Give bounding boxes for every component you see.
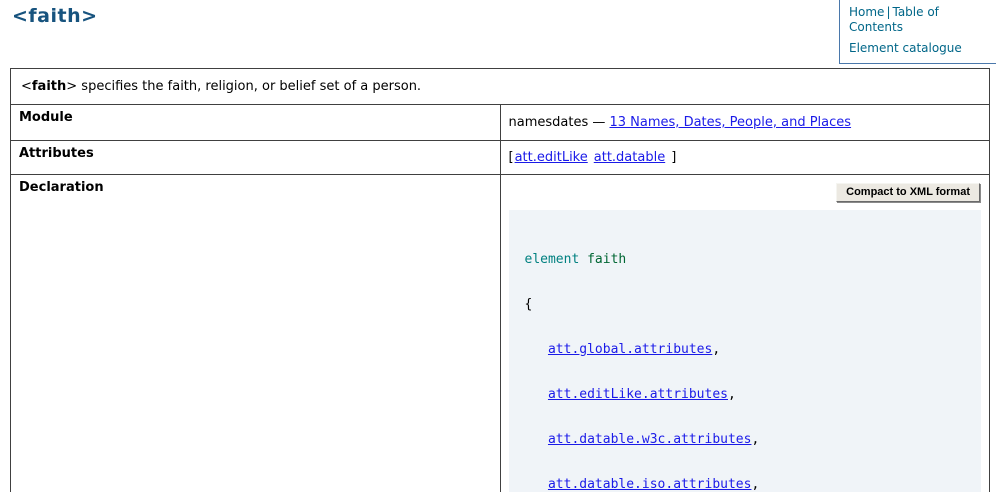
nav-box: Home|Table of Contents Element catalogue	[839, 0, 996, 64]
page-title: <faith>	[12, 5, 98, 27]
code-ref-link-att-datable-iso[interactable]: att.datable.iso.attributes	[548, 477, 752, 492]
code-line-element: element faith	[525, 252, 966, 267]
code-keyword: element	[525, 252, 580, 267]
code-line-open-brace: {	[525, 297, 966, 312]
module-value: namesdates — 13 Names, Dates, People, an…	[500, 105, 990, 141]
nav-link-element-catalogue[interactable]: Element catalogue	[849, 41, 962, 55]
code-ref-line: att.datable.w3c.attributes,	[525, 432, 966, 447]
declaration-code-block: element faith { att.global.attributes, at…	[509, 210, 982, 492]
declaration-value: Compact to XML format element faith { att…	[500, 175, 990, 492]
description-tag-close: >	[66, 79, 77, 94]
compact-to-xml-button[interactable]: Compact to XML format	[836, 183, 980, 202]
nav-separator: |	[886, 5, 890, 19]
code-ref-suffix: ,	[728, 387, 736, 402]
code-ref-link-att-editlike[interactable]: att.editLike.attributes	[548, 387, 728, 402]
page-header: <faith> Home|Table of Contents Element c…	[0, 0, 996, 63]
description-text: specifies the faith, religion, or belief…	[77, 79, 421, 94]
attributes-value: [att.editLike att.datable]	[500, 141, 990, 175]
code-element-name: faith	[587, 252, 626, 267]
declaration-toolbar: Compact to XML format	[509, 179, 982, 208]
element-reference-table: <faith> specifies the faith, religion, o…	[10, 68, 990, 492]
module-label: Module	[11, 105, 501, 141]
code-ref-link-att-global[interactable]: att.global.attributes	[548, 342, 712, 357]
attributes-open-bracket: [	[509, 150, 514, 165]
declaration-label: Declaration	[11, 175, 501, 492]
code-ref-link-att-datable-w3c[interactable]: att.datable.w3c.attributes	[548, 432, 752, 447]
nav-link-home[interactable]: Home	[849, 5, 884, 19]
code-ref-line: att.global.attributes,	[525, 342, 966, 357]
code-ref-line: att.editLike.attributes,	[525, 387, 966, 402]
code-ref-suffix: ,	[751, 477, 759, 492]
description-cell: <faith> specifies the faith, religion, o…	[11, 69, 990, 105]
description-tag-name: faith	[32, 79, 66, 94]
attribute-class-link-datable[interactable]: att.datable	[594, 150, 665, 165]
code-ref-suffix: ,	[751, 432, 759, 447]
module-row: Module namesdates — 13 Names, Dates, Peo…	[11, 105, 990, 141]
attributes-row: Attributes [att.editLike att.datable]	[11, 141, 990, 175]
attributes-label: Attributes	[11, 141, 501, 175]
code-ref-suffix: ,	[712, 342, 720, 357]
attribute-class-link-editlike[interactable]: att.editLike	[515, 150, 588, 165]
description-row: <faith> specifies the faith, religion, o…	[11, 69, 990, 105]
module-chapter-link[interactable]: 13 Names, Dates, People, and Places	[610, 115, 852, 130]
code-ref-line: att.datable.iso.attributes,	[525, 477, 966, 492]
description-tag-open: <	[21, 79, 32, 94]
nav-line-1: Home|Table of Contents	[849, 5, 989, 35]
declaration-row: Declaration Compact to XML format elemen…	[11, 175, 990, 492]
attributes-close-bracket: ]	[671, 150, 676, 165]
nav-line-2: Element catalogue	[849, 41, 989, 56]
module-name: namesdates —	[509, 115, 610, 130]
